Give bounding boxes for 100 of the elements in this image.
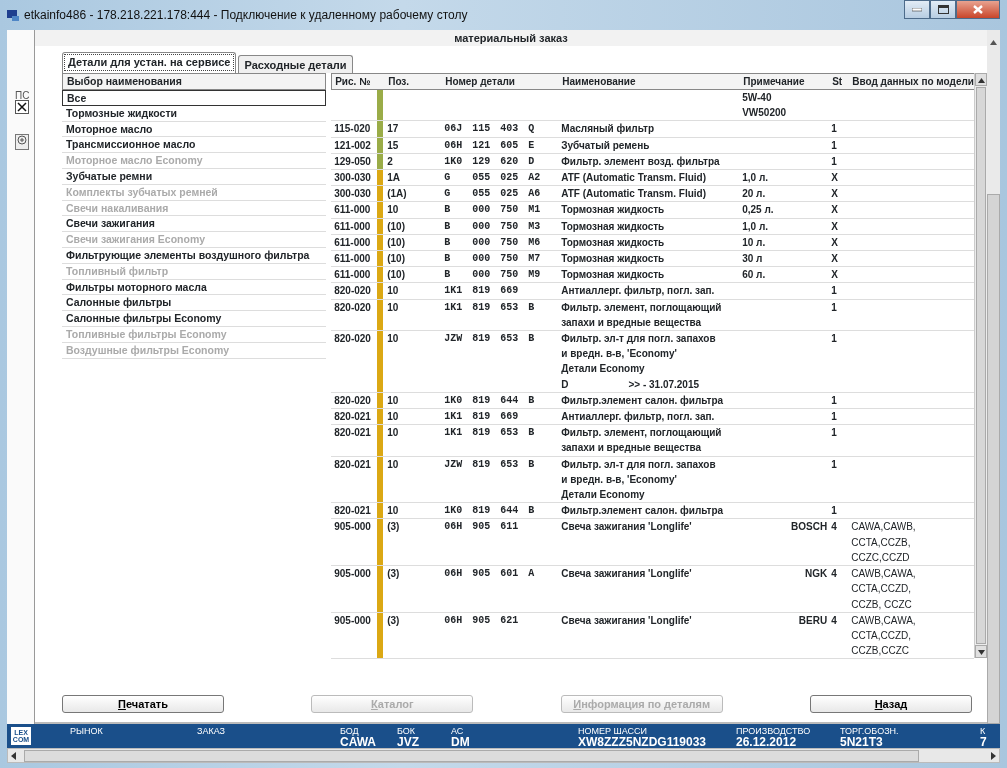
status-label: К	[980, 726, 987, 736]
maximize-button[interactable]	[930, 0, 956, 19]
table-cell: 4	[831, 521, 837, 533]
table-cell: 129-050	[334, 155, 371, 167]
status-value: JVZ	[397, 736, 420, 748]
category-item[interactable]: Салонные фильтры Economy	[62, 311, 327, 327]
up-arrow-icon[interactable]	[977, 77, 985, 83]
table-cell: 10	[387, 204, 399, 216]
dialog-title: материальный заказ	[35, 30, 987, 46]
zoom-in-icon[interactable]	[15, 134, 29, 150]
table-cell: (10)	[387, 220, 405, 232]
tab[interactable]: Детали для устан. на сервисе	[62, 52, 237, 73]
part-number: 1K0 129 620 D	[444, 154, 536, 169]
part-number: 1K0 819 644 B	[444, 504, 536, 519]
table-cell: 1	[831, 505, 837, 517]
table-cell-text: CCTA,CCZD,	[851, 628, 912, 643]
table-cell-text: BOSCH	[790, 520, 829, 535]
table-cell: (1A)	[387, 188, 407, 200]
table-cell-text: CCZB, CCZC	[851, 597, 913, 612]
minimize-button[interactable]	[904, 0, 930, 19]
table-cell-text: Фильтр. эл-т для погл. запахов	[561, 457, 717, 472]
table-cell-text: VW50200	[742, 106, 788, 121]
table-cell-text: запахи и вредные вещества	[561, 441, 703, 456]
column-header: Примечание	[743, 75, 806, 89]
scrollbar[interactable]	[974, 73, 987, 658]
table-cell: 820-021	[334, 411, 371, 423]
table-cell: 820-020	[334, 285, 371, 297]
table-cell: 611-000	[334, 204, 371, 216]
table-cell: 1	[831, 285, 837, 297]
table-cell: 1	[831, 301, 837, 313]
table-cell-text: и вредн. в-в, 'Economy'	[561, 472, 678, 487]
maximize-icon	[937, 5, 949, 14]
table-cell: 4	[831, 568, 837, 580]
category-item[interactable]: Свечи зажигания	[62, 216, 327, 233]
column-header: Наименование	[562, 75, 637, 89]
tab[interactable]: Расходные детали	[238, 55, 353, 73]
table-cell: 905-000	[334, 568, 371, 580]
table-cell: 611-000	[334, 236, 371, 248]
checkbox[interactable]	[15, 100, 29, 114]
status-label: ЗАКАЗ	[197, 726, 227, 736]
part-number: G 055 025 A2	[444, 171, 542, 185]
status-value: XW8ZZZ5NZDG119033	[578, 736, 708, 748]
dialog-button[interactable]: Назад	[810, 695, 972, 713]
table-cell-text: CAWA,CAWB,	[851, 520, 917, 535]
category-item[interactable]: Зубчатые ремни	[62, 169, 327, 185]
status-label: ТОРГ.ОБОЗН.	[840, 726, 900, 736]
table-cell: 10	[387, 285, 399, 297]
category-item[interactable]: Тормозные жидкости	[62, 105, 327, 122]
part-number: 1K0 819 644 B	[444, 393, 536, 408]
category-item[interactable]: Фильтры моторного масла	[62, 279, 327, 296]
scrollbar[interactable]	[987, 30, 1000, 724]
minimize-icon	[912, 7, 922, 12]
category-item[interactable]: Моторное масло	[62, 121, 327, 138]
part-number: 06H 905 601 A	[444, 567, 536, 582]
category-item[interactable]: Трансмиссионное масло	[62, 137, 327, 154]
table-cell-text: Детали Economy	[561, 488, 646, 503]
table-cell-text: ATF (Automatic Transm. Fluid)	[561, 171, 708, 185]
table-cell-text: CCTA,CCZD,	[851, 582, 912, 597]
down-arrow-icon[interactable]	[977, 649, 985, 655]
close-button[interactable]	[956, 0, 1000, 19]
table-cell: 10	[387, 394, 399, 406]
column-header: Рис. №	[334, 75, 372, 89]
table-cell: 1	[831, 458, 837, 470]
part-number: 1K1 819 669	[444, 284, 520, 299]
scrollbar[interactable]	[7, 748, 1000, 763]
close-icon	[972, 4, 984, 15]
column-header: St	[832, 75, 844, 89]
status-label: АС	[451, 726, 465, 736]
part-number: 1K1 819 669	[444, 410, 520, 425]
table-cell: 300-030	[334, 172, 371, 183]
part-number: 06H 121 605 E	[444, 138, 536, 153]
table-cell: 300-030	[334, 188, 371, 200]
table-cell: 611-000	[334, 253, 371, 265]
table-cell-text: Тормозная жидкость	[561, 268, 666, 283]
monitor-icon	[6, 8, 20, 22]
table-cell-text: D	[561, 377, 569, 392]
table-cell-text: 1,0 л.	[742, 171, 769, 185]
dialog-button[interactable]: Печатать	[62, 695, 224, 713]
table-cell: 4	[831, 614, 837, 626]
table-cell: 820-021	[334, 458, 371, 470]
category-item[interactable]: Салонные фильтры	[62, 295, 327, 312]
table-cell-text: Фильтр. элемент возд. фильтра	[561, 154, 721, 169]
part-number: B 000 750 M9	[444, 268, 542, 283]
column-header: Номер детали	[445, 75, 516, 89]
category-item[interactable]: Все	[62, 90, 327, 106]
table-cell-text: и вредн. в-в, 'Economy'	[561, 347, 678, 362]
table-cell: 121-002	[334, 139, 371, 151]
status-value: 7	[980, 736, 988, 748]
status-label: НОМЕР ШАССИ	[578, 726, 649, 736]
table-cell-text: Фильтр. эл-т для погл. запахов	[561, 332, 717, 347]
up-arrow-icon[interactable]	[990, 40, 997, 46]
part-number: B 000 750 M3	[444, 219, 542, 234]
status-value: 5N21T3	[840, 736, 884, 748]
category-item[interactable]: Фильтрующие элементы воздушного фильтра	[62, 247, 327, 264]
part-number: 1K1 819 653 B	[444, 426, 536, 441]
status-label: БОК	[397, 726, 417, 736]
background-label: ПС	[15, 89, 30, 103]
part-number: B 000 750 M6	[444, 235, 542, 250]
table-cell-text: Свеча зажигания 'Longlife'	[561, 613, 693, 628]
table-cell: X	[831, 204, 838, 216]
